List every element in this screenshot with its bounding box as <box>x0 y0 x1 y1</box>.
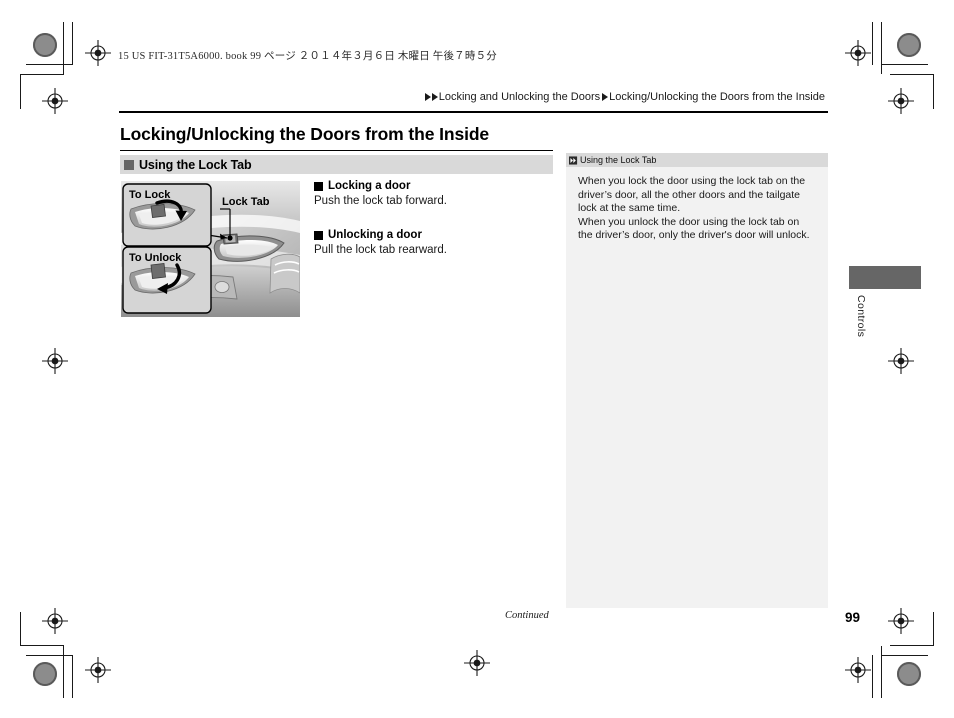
crop-line <box>933 74 935 109</box>
crop-line <box>881 646 883 698</box>
filled-square-icon <box>314 230 323 240</box>
instruction-list: Locking a door Push the lock tab forward… <box>314 180 544 258</box>
registration-crosshair-icon <box>42 88 68 114</box>
list-item: Locking a door Push the lock tab forward… <box>314 180 544 209</box>
registration-crosshair-icon <box>464 650 490 676</box>
side-note-title: Using the Lock Tab <box>580 154 657 165</box>
double-chevron-right-icon <box>569 155 578 165</box>
triangle-right-icon <box>431 93 438 101</box>
registration-crosshair-icon <box>845 40 871 66</box>
book-file-header: 15 US FIT-31T5A6000. book 99 ページ ２０１４年３月… <box>118 51 497 62</box>
instruction-heading-label: Unlocking a door <box>328 229 422 241</box>
page-number: 99 <box>845 610 861 625</box>
crop-line <box>20 74 22 109</box>
registration-color-dot <box>33 662 57 686</box>
crop-line <box>72 655 74 698</box>
header-divider <box>119 111 828 113</box>
svg-text:To Unlock: To Unlock <box>129 252 182 264</box>
crop-line <box>26 655 73 657</box>
section-heading-bar: Using the Lock Tab <box>120 155 553 174</box>
registration-crosshair-icon <box>888 608 914 634</box>
registration-color-dot <box>897 33 921 57</box>
side-note-panel: Using the Lock Tab When you lock the doo… <box>566 153 828 608</box>
registration-crosshair-icon <box>42 608 68 634</box>
crop-line <box>890 74 934 76</box>
registration-color-dot <box>897 662 921 686</box>
triangle-right-icon <box>424 93 431 101</box>
instruction-text: Push the lock tab forward. <box>314 195 447 207</box>
crop-line <box>872 22 874 65</box>
registration-color-dot <box>33 33 57 57</box>
instruction-heading: Locking a door <box>314 180 544 192</box>
crop-line <box>63 22 65 74</box>
registration-crosshair-icon <box>42 348 68 374</box>
list-item: Unlocking a door Pull the lock tab rearw… <box>314 229 544 258</box>
continued-label: Continued <box>505 610 549 621</box>
filled-square-icon <box>314 181 323 191</box>
breadcrumb: Locking and Unlocking the Doors Locking/… <box>424 91 827 103</box>
title-divider <box>120 150 553 152</box>
instruction-heading-label: Locking a door <box>328 180 411 192</box>
crop-line <box>881 64 928 66</box>
registration-crosshair-icon <box>845 657 871 683</box>
crop-line <box>20 645 64 647</box>
registration-crosshair-icon <box>85 657 111 683</box>
crop-line <box>26 64 73 66</box>
crop-line <box>72 22 74 65</box>
registration-crosshair-icon <box>888 348 914 374</box>
crop-line <box>933 612 935 646</box>
crop-line <box>881 22 883 74</box>
chapter-thumb-tab-label: Controls <box>855 295 867 338</box>
section-heading-label: Using the Lock Tab <box>139 157 252 172</box>
triangle-right-icon <box>602 93 609 101</box>
crop-line <box>20 74 64 76</box>
crop-line <box>20 612 22 646</box>
crop-line <box>890 645 934 647</box>
side-note-paragraph: When you lock the door using the lock ta… <box>578 175 806 214</box>
door-lock-tab-illustration: Lock Tab To Lock To Unlock <box>121 181 300 317</box>
side-note-paragraph: When you unlock the door using the lock … <box>578 215 810 242</box>
page-title: Locking/Unlocking the Doors from the Ins… <box>120 124 490 144</box>
crop-line <box>63 646 65 698</box>
crop-line <box>881 655 928 657</box>
registration-crosshair-icon <box>85 40 111 66</box>
instruction-heading: Unlocking a door <box>314 229 544 241</box>
side-note-header: Using the Lock Tab <box>566 153 828 167</box>
instruction-text: Pull the lock tab rearward. <box>314 244 447 256</box>
filled-square-icon <box>124 159 134 170</box>
crop-line <box>872 655 874 698</box>
breadcrumb-level-1[interactable]: Locking and Unlocking the Doors <box>439 91 600 103</box>
chapter-thumb-tab <box>849 266 921 289</box>
registration-crosshair-icon <box>888 88 914 114</box>
svg-text:To Lock: To Lock <box>129 189 171 201</box>
breadcrumb-level-2[interactable]: Locking/Unlocking the Doors from the Ins… <box>609 91 825 103</box>
side-note-body: When you lock the door using the lock ta… <box>566 167 828 243</box>
svg-text:Lock Tab: Lock Tab <box>222 196 270 208</box>
